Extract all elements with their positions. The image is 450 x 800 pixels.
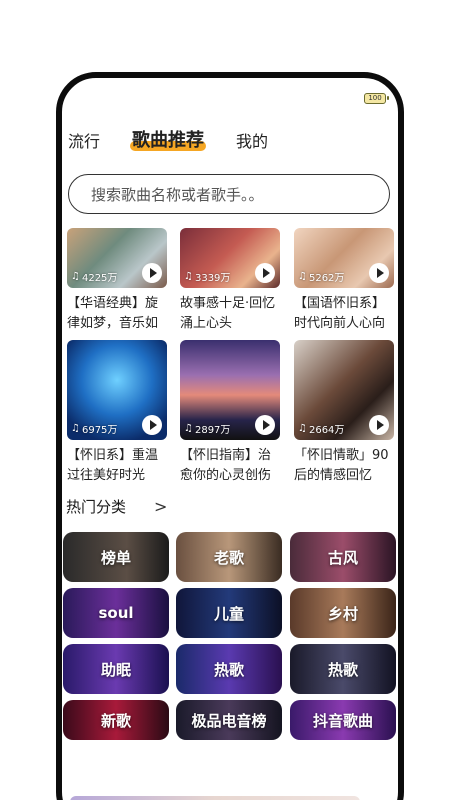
playlist-cover: ♫ 3339万	[180, 228, 280, 288]
category-tile[interactable]: 古风	[290, 532, 396, 582]
chevron-right-icon[interactable]: >	[154, 497, 167, 516]
playlist-title: 【怀旧系】重温过往美好时光	[67, 448, 159, 483]
category-tile[interactable]: 助眠	[63, 644, 169, 694]
tab-mine[interactable]: 我的	[236, 128, 268, 156]
headphones-icon: ♫	[298, 423, 307, 434]
playlist-card[interactable]: ♫ 2897万 【怀旧指南】治愈你的心灵创伤	[180, 340, 280, 486]
play-icon[interactable]	[142, 415, 162, 435]
section-title: 热门分类	[66, 498, 127, 516]
search-input[interactable]: 搜索歌曲名称或者歌手。。	[68, 174, 390, 214]
bottom-banner[interactable]	[70, 796, 360, 800]
phone-frame: 100 流行 歌曲推荐 我的 搜索歌曲名称或者歌手。。 ♫ 4225万 【华语经典…	[56, 72, 404, 800]
playlist-card[interactable]: ♫ 2664万 「怀旧情歌」90后的情感回忆	[294, 340, 394, 486]
tab-popular[interactable]: 流行	[68, 128, 100, 156]
playlist-title: 故事感十足·回忆涌上心头	[180, 296, 276, 331]
playlist-title: 「怀旧情歌」90后的情感回忆	[294, 448, 389, 483]
playlist-cover: ♫ 2664万	[294, 340, 394, 440]
app-screen: 100 流行 歌曲推荐 我的 搜索歌曲名称或者歌手。。 ♫ 4225万 【华语经典…	[62, 78, 398, 800]
playlist-cover: ♫ 5262万	[294, 228, 394, 288]
play-count: ♫ 4225万	[71, 271, 118, 284]
playlist-card[interactable]: ♫ 5262万 【国语怀旧系】时代向前人心向	[294, 228, 394, 334]
play-icon[interactable]	[255, 263, 275, 283]
playlist-card[interactable]: ♫ 3339万 故事感十足·回忆涌上心头	[180, 228, 280, 334]
play-count: ♫ 6975万	[71, 423, 118, 436]
play-count: ♫ 2664万	[298, 423, 345, 436]
headphones-icon: ♫	[71, 423, 80, 434]
category-tile[interactable]: 榜单	[63, 532, 169, 582]
playlist-cover: ♫ 6975万	[67, 340, 167, 440]
tab-bar: 流行 歌曲推荐 我的	[68, 126, 300, 156]
play-count: ♫ 5262万	[298, 271, 345, 284]
playlist-card[interactable]: ♫ 4225万 【华语经典】旋律如梦，音乐如	[67, 228, 167, 334]
playlist-card[interactable]: ♫ 6975万 【怀旧系】重温过往美好时光	[67, 340, 167, 486]
playlist-title: 【怀旧指南】治愈你的心灵创伤	[180, 448, 272, 483]
play-icon[interactable]	[369, 415, 389, 435]
playlist-title: 【华语经典】旋律如梦，音乐如	[67, 296, 159, 331]
category-tile[interactable]: 抖音歌曲	[290, 700, 396, 740]
category-tile[interactable]: 极品电音榜	[176, 700, 282, 740]
category-tile[interactable]: 新歌	[63, 700, 169, 740]
play-icon[interactable]	[142, 263, 162, 283]
playlist-title: 【国语怀旧系】时代向前人心向	[294, 296, 386, 331]
play-count: ♫ 2897万	[184, 423, 231, 436]
playlist-cover: ♫ 2897万	[180, 340, 280, 440]
category-tile[interactable]: 儿童	[176, 588, 282, 638]
headphones-icon: ♫	[184, 423, 193, 434]
headphones-icon: ♫	[298, 271, 307, 282]
category-tile[interactable]: 热歌	[290, 644, 396, 694]
playlist-cover: ♫ 4225万	[67, 228, 167, 288]
tab-song-recommend[interactable]: 歌曲推荐	[130, 126, 207, 156]
play-count: ♫ 3339万	[184, 271, 231, 284]
category-tile[interactable]: 老歌	[176, 532, 282, 582]
hot-categories-header[interactable]: 热门分类 >	[66, 496, 167, 517]
category-tile[interactable]: soul	[63, 588, 169, 638]
category-tile[interactable]: 热歌	[176, 644, 282, 694]
headphones-icon: ♫	[184, 271, 193, 282]
play-icon[interactable]	[255, 415, 275, 435]
headphones-icon: ♫	[71, 271, 80, 282]
category-tile[interactable]: 乡村	[290, 588, 396, 638]
battery-icon: 100	[364, 93, 389, 104]
play-icon[interactable]	[369, 263, 389, 283]
